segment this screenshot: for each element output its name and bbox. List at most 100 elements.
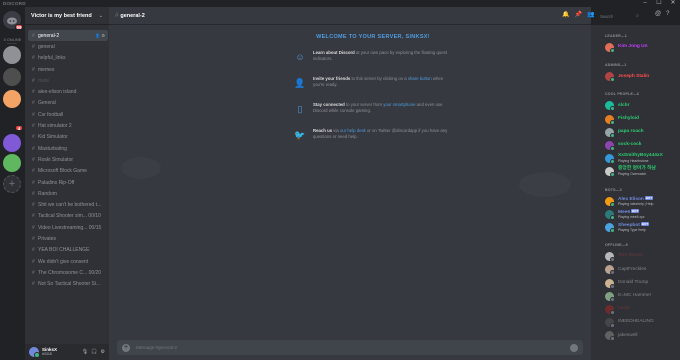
emoji-icon[interactable] [570,343,578,352]
member-item[interactable]: INEEDHEALING [605,316,680,329]
bell-icon[interactable]: 🔔 [562,11,569,18]
message-input[interactable] [136,345,570,350]
channel-item[interactable]: # Tactical Shooter sim... 00/10 [28,211,108,222]
channel-list: # general-2 👤 ⚙ # general # helpful_links # meme… [28,30,108,290]
channel-name: Microsoft Block Game [38,168,87,175]
channel-item[interactable]: # We didn't give consent [28,256,108,267]
member-item[interactable]: jakeswell [605,329,680,342]
channel-name: Hat simulator 2 [38,123,72,130]
tip-text: Stay connected to your server from your … [313,102,453,114]
channel-item[interactable]: # Roski Simulator [28,154,108,165]
member-item[interactable]: XxSmithyBoy444xX Playing Hearthstone [605,152,680,165]
pin-icon[interactable]: 📌 [574,11,581,18]
channel-name: Csr football [38,111,64,118]
channel-item[interactable]: # Video Livestreaming... 00/15 [28,222,108,233]
channel-item[interactable]: # Masturbating [28,143,108,154]
channel-item[interactable]: # YEA BOI CHALLENGE [28,245,108,256]
member-item[interactable]: Sheepbot BOT Playing Type !help [605,221,680,234]
welcome-tip: ☺ Learn about Discord at your own pace by… [293,50,453,64]
channel-item[interactable]: # mute [28,75,108,86]
member-item[interactable]: CaptFreckles [605,263,680,276]
channel-item[interactable]: # Not So Tactical Shooter Si... [28,279,108,290]
gear-icon[interactable]: ⚙ [101,349,105,355]
member-name: Joseph Stalin [618,73,650,79]
tip-icon: ☺ [295,52,305,62]
home-button[interactable]: 99 [3,11,23,30]
channel-item[interactable]: # The Chromosome C... 00/20 [28,267,108,278]
welcome-tip: 🐦 Reach us via our help desk or on Twitte… [293,128,453,142]
guild-icon[interactable] [3,46,21,64]
member-item[interactable]: Fishyloid [605,113,680,126]
channel-name: memes [38,66,55,73]
channel-item[interactable]: # general [28,41,108,52]
guild-icon[interactable] [3,154,21,172]
search-icon: ⌕ [636,13,639,19]
bot-badge: BOT [631,208,640,214]
channel-item[interactable]: # General [28,98,108,109]
tip-link[interactable]: your smartphone [383,102,415,107]
headphones-icon[interactable]: 🎧 [91,349,97,355]
member-item[interactable]: Alex Elison BOT Playing !alexhelp | Help [605,195,680,208]
channel-item[interactable]: # Hat simulator 2 [28,120,108,131]
member-item[interactable]: Lenin [605,303,680,316]
close-window-button[interactable]: ✕ [666,0,680,7]
help-icon[interactable]: ? [666,11,669,17]
add-server-button[interactable]: + [3,175,21,193]
member-name: Mee6 [618,209,630,215]
tip-icon: ▯ [297,104,303,114]
channel-item[interactable]: # Paladins Rip-Off [28,177,108,188]
member-name: Kim Jong Un [618,44,648,50]
tip-link[interactable]: our help desk [340,128,366,133]
member-item[interactable]: papa roach [605,126,680,139]
channel-item[interactable]: # Csr football [28,109,108,120]
member-item[interactable]: Kim Jong Un [605,41,680,54]
guild-icon[interactable] [3,134,21,152]
guild-icon[interactable] [3,90,21,108]
channel-item[interactable]: # memes [28,64,108,75]
member-item[interactable]: Joseph Stalin [605,70,680,83]
channel-settings-icon[interactable]: 👤 ⚙ [95,33,105,38]
member-item[interactable]: 중앙한 멍아가 하남 Playing Overwatch [605,165,680,178]
channel-item[interactable]: # Microsoft Block Game [28,166,108,177]
member-status: Playing mee6.xyz [618,215,645,220]
channel-item[interactable]: # Privates [28,233,108,244]
channel-name: alex-elison island [38,89,77,96]
avatar [605,43,615,54]
member-item[interactable]: E=MC Hammer [605,290,680,303]
channel-item[interactable]: # Shit we can't be bothered t... [28,199,108,210]
channel-item[interactable]: # Kid Simulator [28,132,108,143]
avatar [605,291,615,302]
chat-area: # general-2 🔔 📌 👥 WELCOME TO YOUR SERVER… [109,7,594,360]
channel-item[interactable]: # helpful_links [28,53,108,64]
member-name: Fishyloid [618,115,640,121]
search-input[interactable] [600,13,636,19]
member-item[interactable]: Donald Trump [605,276,680,289]
tip-heading: Stay connected [313,102,345,107]
search-box[interactable]: ⌕ [597,11,645,21]
member-status: Playing !alexhelp | Help [618,202,654,207]
channel-item[interactable]: # general-2 👤 ⚙ [28,30,108,42]
tip-heading: Invite your friends [313,76,351,81]
member-item[interactable]: slchr [605,99,680,112]
channel-name: general-2 [38,32,60,39]
microphone-icon[interactable]: 🎙 [82,349,88,355]
channel-item[interactable]: # alex-elison island [28,86,108,97]
user-panel: SinksX #0318 🎙 🎧 ⚙ [25,344,109,360]
avatar[interactable] [29,347,40,358]
tip-link[interactable]: share button [408,76,432,81]
avatar [605,265,615,276]
guild-icon[interactable] [3,68,21,86]
member-item[interactable]: Tom Orcum [605,250,680,263]
members-icon[interactable]: 👥 [587,11,594,18]
server-header[interactable]: Victor is my best friend ⌄ [25,7,109,25]
channel-item[interactable]: # Random [28,188,108,199]
upload-icon[interactable]: + [122,343,130,352]
member-item[interactable]: sock-cock [605,139,680,152]
mention-icon[interactable]: @ [655,11,661,17]
guild-icon[interactable]: 4 [3,112,23,131]
member-item[interactable]: Mee6 BOT Playing mee6.xyz [605,208,680,221]
home-mention-badge: 99 [15,24,23,30]
member-group-header: COOL PEOPLE—6 [605,92,640,97]
maximize-button[interactable]: ☐ [652,0,666,7]
minimize-button[interactable]: – [638,0,652,7]
